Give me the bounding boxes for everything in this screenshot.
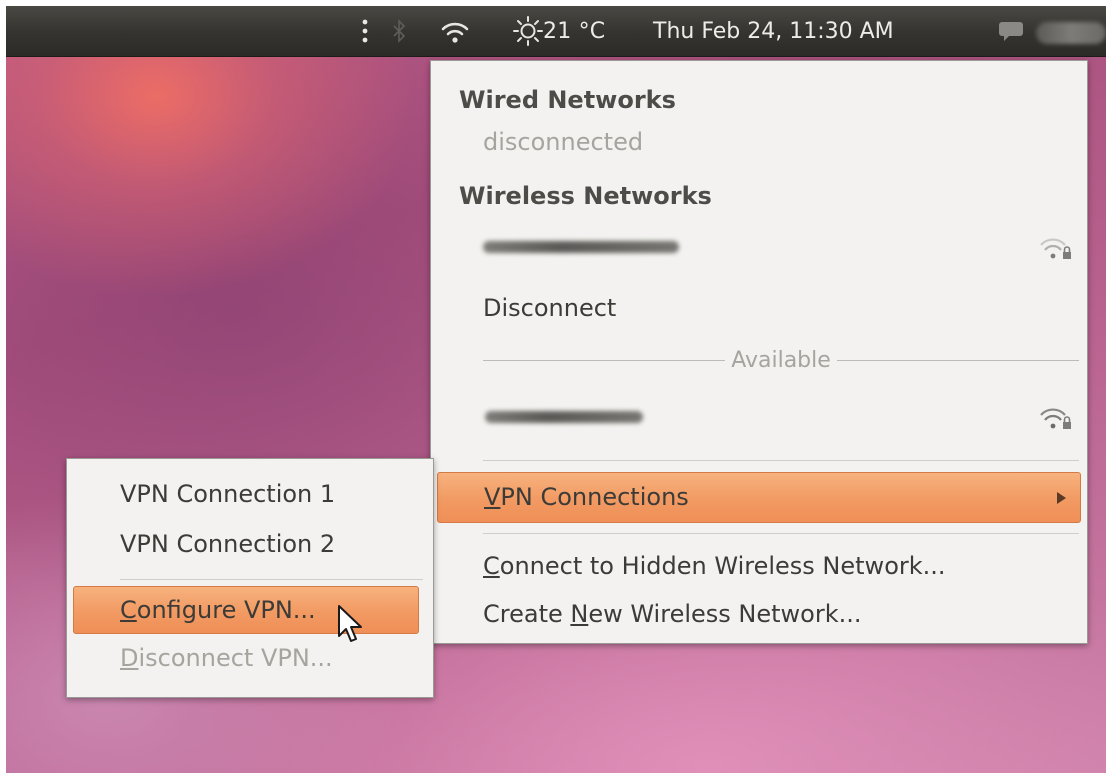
create-mnemonic: N bbox=[570, 600, 589, 628]
mouse-pointer-icon bbox=[338, 605, 362, 642]
create-prefix: Create bbox=[483, 600, 571, 628]
menu-separator bbox=[483, 460, 1079, 461]
wifi-lock-icon bbox=[1040, 238, 1071, 259]
create-new-network-item[interactable]: Create New Wireless Network... bbox=[483, 593, 1106, 635]
clock-label[interactable]: Thu Feb 24, 11:30 AM bbox=[653, 6, 894, 56]
available-label: Available bbox=[731, 347, 831, 373]
chat-bubble-icon[interactable] bbox=[996, 6, 1026, 56]
submenu-arrow-icon bbox=[1057, 492, 1066, 504]
desktop: 21 °C Thu Feb 24, 11:30 AM Wired Network… bbox=[6, 6, 1106, 773]
wired-status-label: disconnected bbox=[483, 128, 644, 156]
configure-vpn-label: onfigure VPN... bbox=[136, 596, 316, 624]
disconnect-vpn-label: isconnect VPN... bbox=[138, 644, 333, 672]
create-new-label: ew Wireless Network... bbox=[588, 600, 862, 628]
menu-separator bbox=[483, 533, 1079, 534]
disconnect-mnemonic: D bbox=[120, 644, 139, 672]
vpn-connections-item[interactable]: VPN Connections bbox=[437, 472, 1081, 523]
wifi-lock-icon bbox=[1040, 408, 1071, 429]
connect-hidden-network-item[interactable]: Connect to Hidden Wireless Network... bbox=[483, 545, 1106, 587]
wired-networks-header: Wired Networks bbox=[459, 86, 676, 114]
menu-dots-icon[interactable] bbox=[356, 6, 374, 56]
network-name-obscured bbox=[483, 241, 679, 253]
wireless-network-available[interactable] bbox=[431, 395, 1087, 437]
weather-sun-icon[interactable] bbox=[510, 6, 546, 56]
connect-hidden-label: onnect to Hidden Wireless Network... bbox=[499, 552, 946, 580]
vpn-connection-2-item[interactable]: VPN Connection 2 bbox=[120, 523, 486, 565]
available-separator: Available bbox=[483, 345, 1079, 375]
temperature-label[interactable]: 21 °C bbox=[543, 6, 605, 56]
network-name-obscured bbox=[485, 411, 643, 423]
vpn-connection-1-item[interactable]: VPN Connection 1 bbox=[120, 473, 486, 515]
vpn-mnemonic: V bbox=[484, 483, 501, 511]
separator-line bbox=[483, 359, 726, 361]
user-menu-obscured[interactable] bbox=[1036, 22, 1106, 44]
disconnect-vpn-item[interactable]: Disconnect VPN... bbox=[120, 637, 486, 679]
vpn-connections-label: PN Connections bbox=[500, 483, 689, 511]
bluetooth-icon[interactable] bbox=[390, 6, 408, 56]
wireless-networks-header: Wireless Networks bbox=[459, 182, 712, 210]
menu-separator bbox=[120, 579, 423, 580]
disconnect-wireless-item[interactable]: Disconnect bbox=[483, 287, 1106, 329]
separator-line bbox=[836, 359, 1079, 361]
top-panel: 21 °C Thu Feb 24, 11:30 AM bbox=[6, 6, 1106, 57]
vpn-submenu: VPN Connection 1 VPN Connection 2 Config… bbox=[66, 458, 434, 698]
configure-mnemonic: C bbox=[120, 596, 137, 624]
wifi-signal-icon[interactable] bbox=[438, 6, 472, 56]
network-menu: Wired Networks disconnected Wireless Net… bbox=[430, 60, 1088, 644]
wireless-network-connected[interactable] bbox=[431, 227, 1087, 269]
